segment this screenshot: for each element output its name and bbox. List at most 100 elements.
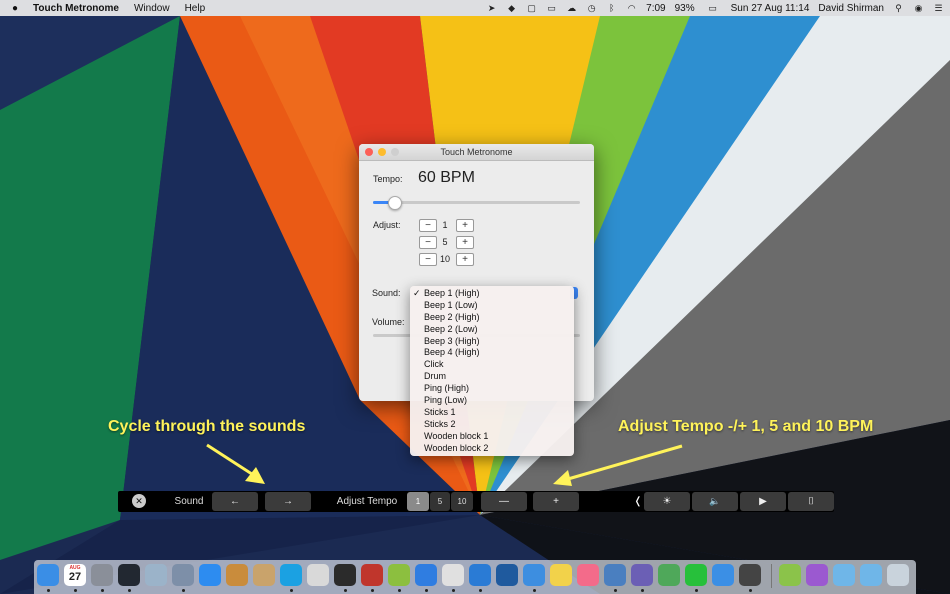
zoom-window-button[interactable] — [391, 148, 399, 156]
wifi-icon[interactable]: ◠ — [626, 3, 637, 13]
xcode-tools-icon[interactable] — [712, 564, 734, 586]
trash-icon[interactable] — [887, 564, 909, 586]
android-emulator-icon[interactable] — [806, 564, 828, 586]
airplay-icon[interactable]: ▭ — [546, 3, 557, 13]
preview-photo-icon[interactable] — [604, 564, 626, 586]
sound-option[interactable]: Beep 4 (High) — [410, 347, 574, 359]
minus-5-button[interactable]: − — [419, 236, 437, 249]
sound-option[interactable]: Click — [410, 359, 574, 371]
launchpad-icon[interactable] — [172, 564, 194, 586]
sound-option-label: Beep 3 (High) — [424, 335, 480, 346]
apple-menu-icon[interactable]: ● — [12, 3, 18, 14]
android-studio-icon[interactable] — [779, 564, 801, 586]
clock[interactable]: Sun 27 Aug 11:14 — [731, 3, 810, 14]
notification-center-icon[interactable]: ☰ — [933, 3, 944, 13]
sound-option[interactable]: Wooden block 2 — [410, 443, 574, 455]
sound-option-label: Beep 2 (High) — [424, 311, 480, 322]
sound-option[interactable]: Drum — [410, 371, 574, 383]
notes-icon[interactable] — [550, 564, 572, 586]
filezilla-icon[interactable] — [361, 564, 383, 586]
cloud-icon[interactable]: ☁ — [566, 3, 577, 13]
adjust-step-10[interactable]: 10 — [451, 492, 473, 511]
activity-monitor-icon[interactable] — [118, 564, 140, 586]
battery-icon[interactable]: ▭ — [704, 3, 722, 13]
xcode-icon[interactable] — [523, 564, 545, 586]
dropbox-icon[interactable]: ◆ — [506, 3, 517, 13]
android-file-icon[interactable] — [388, 564, 410, 586]
menu-app-name[interactable]: Touch Metronome — [33, 3, 119, 14]
window-titlebar[interactable]: Touch Metronome — [359, 144, 594, 161]
sound-option[interactable]: Sticks 1 — [410, 407, 574, 419]
time-badge[interactable]: 7:09 — [646, 3, 665, 14]
running-indicator — [425, 589, 428, 592]
folder-downloads-icon[interactable] — [833, 564, 855, 586]
sound-option[interactable]: ✓ Beep 1 (High) — [410, 288, 574, 300]
archive-icon[interactable] — [253, 564, 275, 586]
adjust-step-5[interactable]: 5 — [430, 492, 450, 511]
siri-icon[interactable]: ◉ — [913, 3, 924, 13]
sound-option[interactable]: Beep 1 (Low) — [410, 300, 574, 312]
preview-icon[interactable] — [145, 564, 167, 586]
time-machine-icon[interactable]: ◷ — [586, 3, 597, 13]
sound-option[interactable]: Beep 2 (Low) — [410, 324, 574, 336]
location-icon[interactable]: ➤ — [486, 3, 497, 13]
plus-10-button[interactable]: + — [456, 253, 474, 266]
close-window-button[interactable] — [365, 148, 373, 156]
running-indicator — [533, 589, 536, 592]
visual-studio-code-icon[interactable] — [469, 564, 491, 586]
adjust-step-1[interactable]: 1 — [407, 492, 429, 511]
minimize-window-button[interactable] — [378, 148, 386, 156]
running-indicator — [101, 589, 104, 592]
sound-option[interactable]: Ping (Low) — [410, 395, 574, 407]
menu-help[interactable]: Help — [185, 3, 206, 14]
prev-sound-button[interactable]: ← — [212, 492, 258, 511]
plus-1-button[interactable]: + — [456, 219, 474, 232]
minus-1-button[interactable]: − — [419, 219, 437, 232]
bbedit-icon[interactable] — [631, 564, 653, 586]
collapse-strip-icon[interactable]: ❬ — [633, 492, 643, 511]
brightness-icon[interactable]: ☀ — [644, 492, 690, 511]
touchbar-sound-label: Sound — [174, 496, 204, 507]
itunes-icon[interactable] — [577, 564, 599, 586]
checkmark-icon: ✓ — [413, 288, 421, 298]
script-editor-icon[interactable] — [307, 564, 329, 586]
battery-percent[interactable]: 93% — [675, 3, 695, 14]
tempo-minus-button[interactable]: — — [481, 492, 527, 511]
console-icon[interactable] — [739, 564, 761, 586]
minus-10-button[interactable]: − — [419, 253, 437, 266]
play-icon[interactable]: ▶ — [740, 492, 786, 511]
menu-window[interactable]: Window — [134, 3, 170, 14]
tempo-slider-knob[interactable] — [387, 196, 402, 210]
books-icon[interactable] — [226, 564, 248, 586]
chrome-icon[interactable] — [442, 564, 464, 586]
skype-icon[interactable] — [280, 564, 302, 586]
search-icon[interactable]: ⚲ — [893, 3, 904, 13]
app-store-icon[interactable] — [199, 564, 221, 586]
screen-icon[interactable]: ▢ — [526, 3, 537, 13]
sound-option[interactable]: Wooden block 1 — [410, 431, 574, 443]
sound-option[interactable]: Beep 2 (High) — [410, 312, 574, 324]
tempo-plus-button[interactable]: + — [533, 492, 579, 511]
calendar-icon[interactable]: AUG 27 — [64, 564, 86, 586]
whatsapp-icon[interactable] — [685, 564, 707, 586]
next-sound-button[interactable]: → — [265, 492, 311, 511]
numbers-icon[interactable] — [658, 564, 680, 586]
finder-icon[interactable] — [37, 564, 59, 586]
screenshot-icon[interactable]: ⌷ — [788, 492, 834, 511]
plus-5-button[interactable]: + — [456, 236, 474, 249]
annotation-cycle-sounds: Cycle through the sounds — [108, 418, 306, 435]
bluetooth-icon[interactable]: ᛒ — [606, 3, 617, 13]
terminal-icon[interactable] — [334, 564, 356, 586]
volume-icon[interactable]: 🔈 — [692, 492, 738, 511]
touchbar-adjust-label: Adjust Tempo — [336, 496, 398, 507]
safari-icon[interactable] — [415, 564, 437, 586]
tempo-slider[interactable] — [373, 196, 580, 210]
sound-option[interactable]: Beep 3 (High) — [410, 336, 574, 348]
folder-documents-icon[interactable] — [860, 564, 882, 586]
user-name[interactable]: David Shirman — [818, 3, 884, 14]
sound-option[interactable]: Ping (High) — [410, 383, 574, 395]
system-preferences-icon[interactable] — [91, 564, 113, 586]
touchbar-close-icon[interactable]: ✕ — [132, 494, 146, 508]
sound-option[interactable]: Sticks 2 — [410, 419, 574, 431]
sourcetree-icon[interactable] — [496, 564, 518, 586]
